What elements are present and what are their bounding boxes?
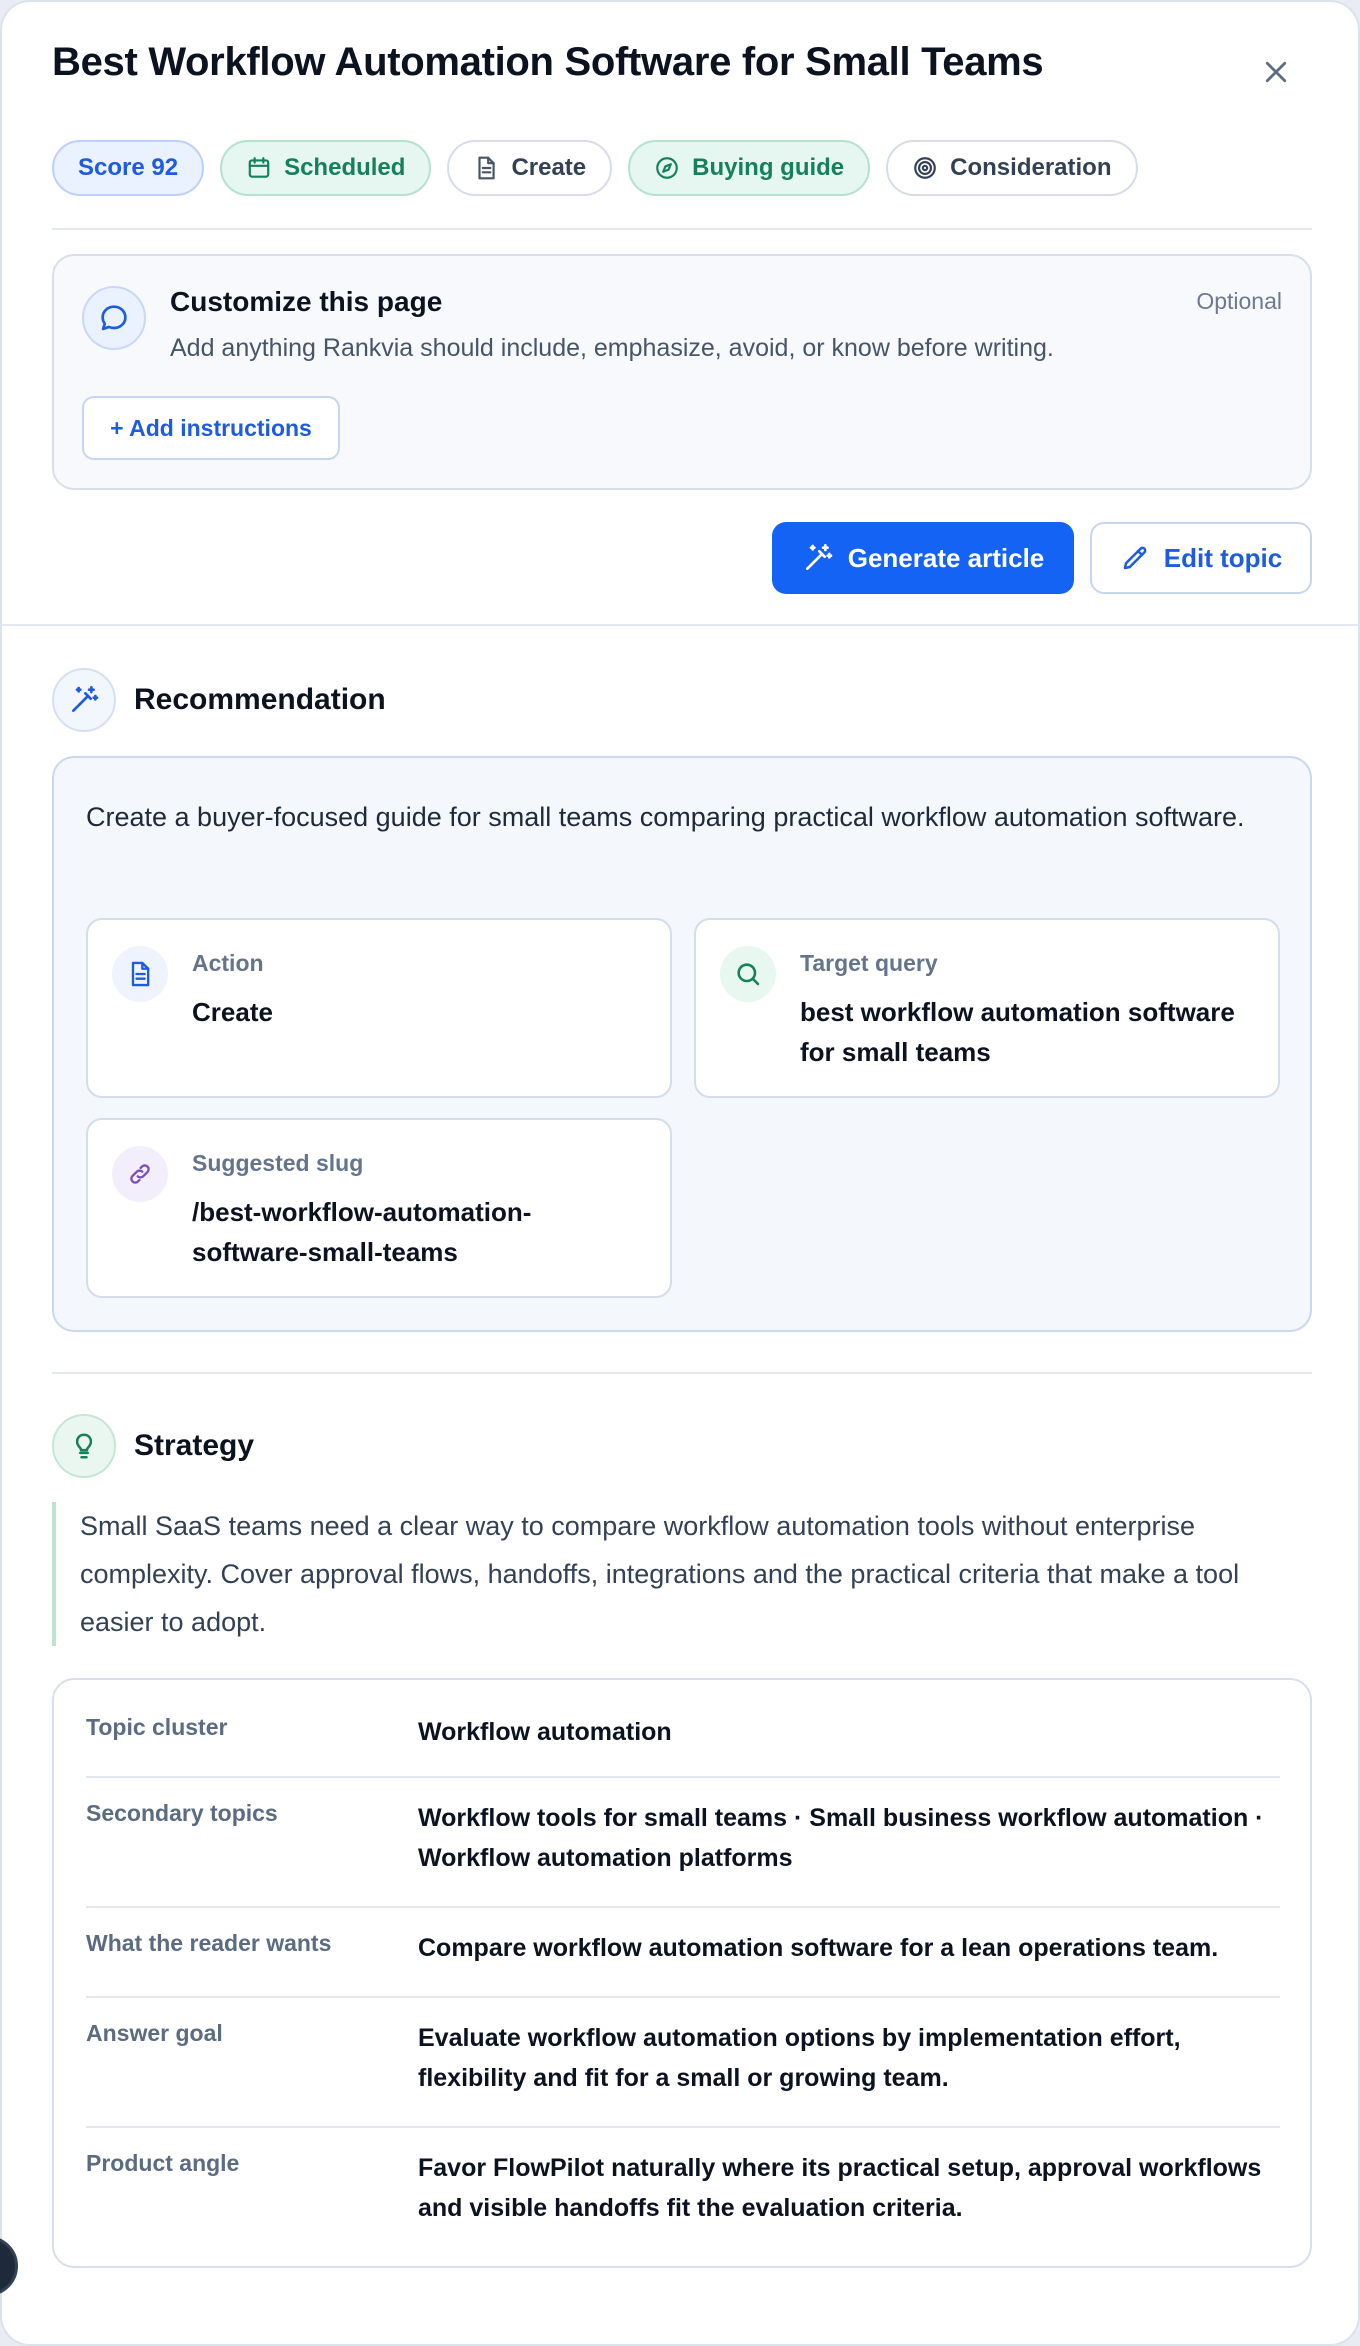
calendar-icon [248, 157, 270, 178]
detail-key: Topic cluster [86, 1714, 228, 1740]
detail-value: Compare workflow automation software for… [418, 1934, 1219, 1962]
document-icon [131, 961, 150, 987]
detail-value: Favor FlowPilot naturally where its prac… [418, 2154, 1262, 2222]
strategy-title: Strategy [134, 1429, 255, 1462]
strategy-summary: Small SaaS teams need a clear way to com… [52, 1502, 1312, 1646]
edit-topic-label: Edit topic [1163, 542, 1283, 573]
search-icon [737, 963, 760, 986]
detail-row-answer-goal: Answer goal Evaluate workflow automation… [86, 1998, 1280, 2128]
status-chip: Scheduled [220, 140, 432, 196]
optional-label: Optional [1196, 288, 1282, 314]
recommendation-card: Create a buyer-focused guide for small t… [52, 756, 1312, 1332]
detail-key: Secondary topics [86, 1800, 278, 1826]
recommendation-icon-badge [52, 668, 116, 732]
recommendation-title: Recommendation [134, 683, 386, 716]
header-divider [52, 228, 1312, 230]
action-chip: Create [447, 140, 613, 196]
link-icon [130, 1164, 150, 1184]
detail-key: Answer goal [86, 2020, 223, 2046]
customize-icon-badge [82, 286, 146, 350]
recommendation-header: Recommendation [52, 668, 386, 732]
add-instructions-button[interactable]: + Add instructions [82, 396, 340, 460]
suggested-slug-value: /best-workflow-automation-software-small… [192, 1197, 532, 1267]
content-type-chip: Buying guide [628, 140, 871, 196]
compass-icon [656, 157, 678, 179]
strategy-divider [52, 1372, 1312, 1374]
action-label: Action [192, 950, 264, 976]
page-title: Best Workflow Automation Software for Sm… [52, 40, 1044, 84]
stage-chip: Consideration [886, 140, 1138, 196]
magic-wand-icon [72, 686, 99, 712]
magic-wand-icon [805, 544, 833, 570]
action-icon-badge [112, 946, 168, 1002]
customize-title: Customize this page [170, 286, 443, 317]
strategy-details-card: Topic cluster Workflow automation Second… [52, 1678, 1312, 2268]
detail-row-reader-wants: What the reader wants Compare workflow a… [86, 1908, 1280, 1998]
content-type-chip-label: Buying guide [692, 154, 845, 181]
topic-chips: Score 92 Scheduled Create Buying guide C… [52, 140, 1138, 196]
detail-value: Evaluate workflow automation options by … [418, 2024, 1181, 2092]
target-query-card: Target query best workflow automation so… [694, 918, 1280, 1098]
action-chip-label: Create [511, 154, 587, 181]
target-query-label: Target query [800, 950, 938, 976]
lightbulb-icon [75, 1433, 93, 1459]
topic-detail-panel: Best Workflow Automation Software for Sm… [0, 0, 1360, 2346]
close-button[interactable] [1254, 50, 1298, 94]
score-chip-label: Score 92 [78, 154, 179, 181]
detail-row-topic-cluster: Topic cluster Workflow automation [86, 1680, 1280, 1778]
recommendation-summary: Create a buyer-focused guide for small t… [86, 802, 1245, 832]
detail-value: Workflow tools for small teams · Small b… [418, 1804, 1264, 1872]
section-divider [2, 624, 1358, 626]
close-icon [1265, 61, 1287, 83]
target-query-icon-badge [720, 946, 776, 1002]
detail-row-product-angle: Product angle Favor FlowPilot naturally … [86, 2128, 1280, 2258]
suggested-slug-label: Suggested slug [192, 1150, 364, 1176]
action-card: Action Create [86, 918, 672, 1098]
document-icon [478, 156, 496, 180]
generate-article-label: Generate article [847, 542, 1045, 573]
generate-article-button[interactable]: Generate article [772, 522, 1074, 594]
customize-description: Add anything Rankvia should include, emp… [170, 334, 1054, 362]
detail-row-secondary-topics: Secondary topics Workflow tools for smal… [86, 1778, 1280, 1908]
strategy-header: Strategy [52, 1414, 254, 1478]
detail-key: Product angle [86, 2150, 240, 2176]
customize-card: Customize this page Add anything Rankvia… [52, 254, 1312, 490]
edit-topic-button[interactable]: Edit topic [1090, 522, 1312, 594]
suggested-slug-card: Suggested slug /best-workflow-automation… [86, 1118, 672, 1298]
target-icon [914, 157, 936, 179]
score-chip: Score 92 [52, 140, 205, 196]
pencil-icon [1123, 546, 1147, 570]
detail-value: Workflow automation [418, 1718, 672, 1746]
action-value: Create [192, 997, 273, 1027]
target-query-value: best workflow automation software for sm… [800, 997, 1235, 1067]
stage-chip-label: Consideration [950, 154, 1112, 181]
status-chip-label: Scheduled [284, 154, 406, 181]
detail-key: What the reader wants [86, 1930, 332, 1956]
slug-icon-badge [112, 1146, 168, 1202]
strategy-icon-badge [52, 1414, 116, 1478]
chat-bubble-icon [101, 305, 127, 331]
